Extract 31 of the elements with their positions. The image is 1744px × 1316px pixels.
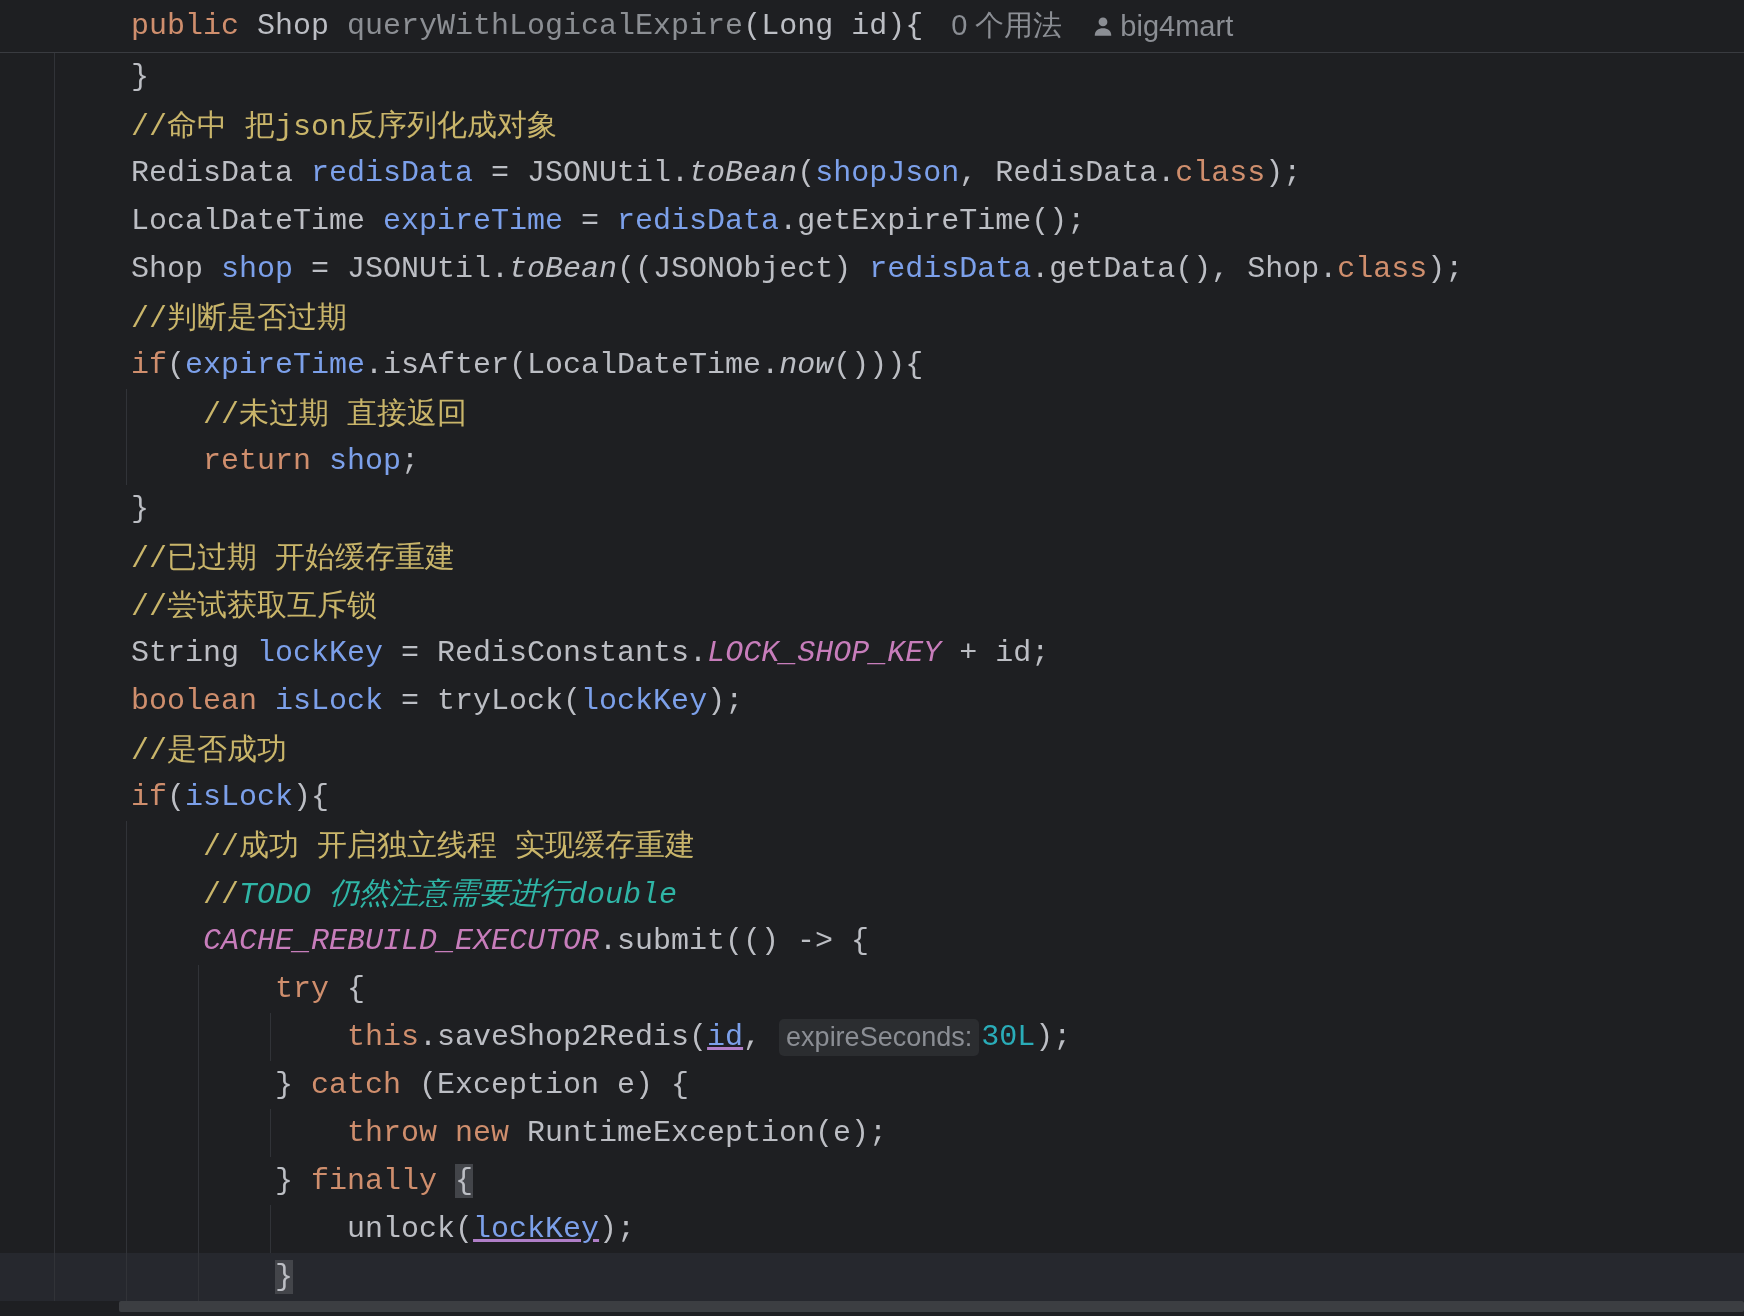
code-line: }: [130, 492, 149, 526]
usages-link[interactable]: 0 个用法: [951, 6, 1063, 46]
code-line: boolean isLock = tryLock(lockKey);: [130, 684, 744, 718]
code-line: //判断是否过期: [130, 300, 347, 338]
method-signature: public Shop queryWithLogicalExpire(Long id){: [131, 9, 924, 43]
code-line: unlock(lockKey);: [346, 1212, 636, 1246]
code-line: LocalDateTime expireTime = redisData.getExpireTime();: [130, 204, 1086, 238]
code-line: //是否成功: [130, 732, 287, 770]
code-line: return shop;: [202, 444, 420, 478]
code-line: //未过期 直接返回: [202, 396, 467, 434]
code-line: CACHE_REBUILD_EXECUTOR.submit(() -> {: [202, 924, 870, 958]
code-line: RedisData redisData = JSONUtil.toBean(shopJson, RedisData.class);: [130, 156, 1302, 190]
code-line: Shop shop = JSONUtil.toBean((JSONObject) redisData.getData(), Shop.class);: [130, 252, 1464, 286]
code-line: }: [130, 60, 149, 94]
code-line: try {: [274, 972, 366, 1006]
code-text: this.saveShop2Redis(id,: [347, 1020, 763, 1054]
parameter-hint: expireSeconds:: [779, 1018, 980, 1056]
code-text: 30L);: [981, 1020, 1072, 1054]
code-line: //命中 把json反序列化成对象: [130, 108, 558, 146]
code-line: //尝试获取互斥锁: [130, 588, 377, 626]
author-link[interactable]: big4mart: [1120, 9, 1234, 43]
code-line: //TODO 仍然注意需要进行double: [202, 876, 678, 914]
code-line: } finally {: [274, 1164, 474, 1198]
code-line: throw new RuntimeException(e);: [346, 1116, 888, 1150]
code-line: } catch (Exception e) {: [274, 1068, 690, 1102]
horizontal-scrollbar[interactable]: [119, 1301, 1744, 1312]
code-line: //已过期 开始缓存重建: [130, 540, 455, 578]
code-line: if(isLock){: [130, 780, 330, 814]
code-line: //成功 开启独立线程 实现缓存重建: [202, 828, 695, 866]
code-line: String lockKey = RedisConstants.LOCK_SHOP_KEY + id;: [130, 636, 1050, 670]
code-line: if(expireTime.isAfter(LocalDateTime.now())){: [130, 348, 924, 382]
